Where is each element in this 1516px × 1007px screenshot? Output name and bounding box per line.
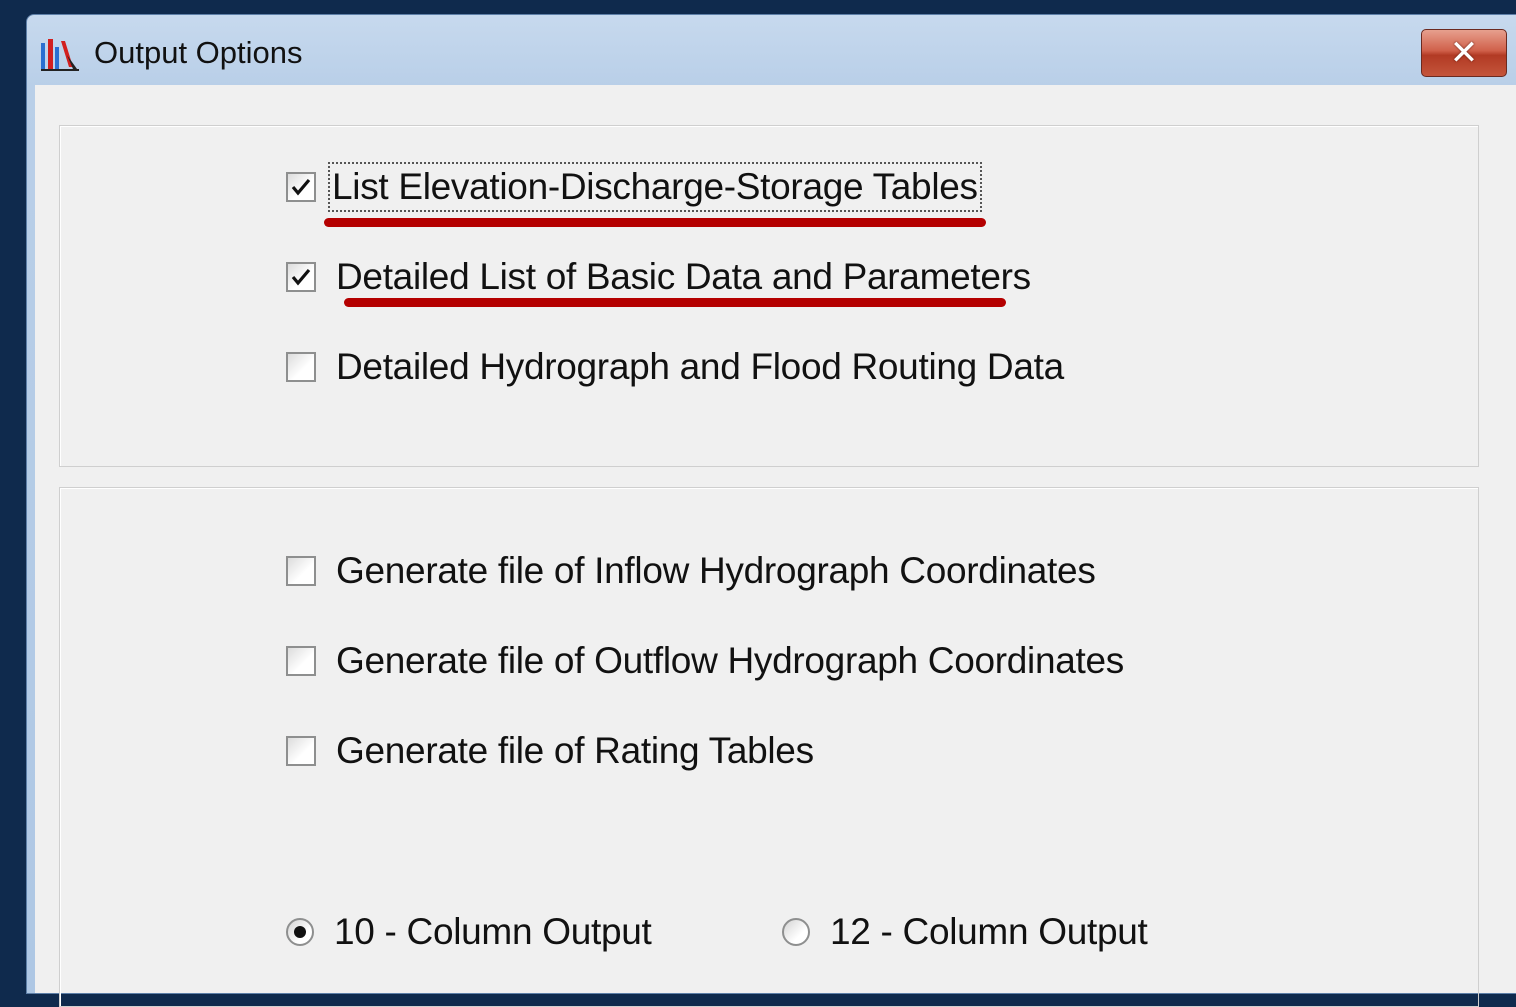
radio-10-column[interactable] [286, 918, 314, 946]
checkbox-basic-data-parameters[interactable] [286, 262, 316, 292]
title-bar[interactable]: Output Options ✕ [27, 15, 1516, 85]
radio-option-12-column[interactable]: 12 - Column Output [782, 911, 1148, 953]
checkbox-rating-tables-file[interactable] [286, 736, 316, 766]
app-icon [41, 39, 79, 71]
label-outflow-hydrograph-file: Generate file of Outflow Hydrograph Coor… [336, 640, 1124, 681]
file-generation-group: Generate file of Inflow Hydrograph Coord… [59, 487, 1479, 1007]
window-title: Output Options [94, 35, 303, 70]
dialog-client-area: List Elevation-Discharge-Storage Tables … [35, 85, 1516, 1007]
label-hydrograph-flood-routing: Detailed Hydrograph and Flood Routing Da… [336, 346, 1064, 387]
checkmark-icon [291, 268, 311, 286]
annotation-underline [344, 298, 1006, 307]
option-elevation-discharge-storage[interactable]: List Elevation-Discharge-Storage Tables [286, 162, 982, 212]
label-inflow-hydrograph-file: Generate file of Inflow Hydrograph Coord… [336, 550, 1096, 591]
close-icon: ✕ [1449, 33, 1479, 73]
radio-option-10-column[interactable]: 10 - Column Output [286, 911, 652, 953]
output-listing-group: List Elevation-Discharge-Storage Tables … [59, 125, 1479, 467]
checkbox-outflow-hydrograph-file[interactable] [286, 646, 316, 676]
radio-dot-icon [294, 926, 306, 938]
radio-12-column[interactable] [782, 918, 810, 946]
checkmark-icon [291, 178, 311, 196]
option-hydrograph-flood-routing[interactable]: Detailed Hydrograph and Flood Routing Da… [286, 346, 1064, 388]
option-basic-data-parameters[interactable]: Detailed List of Basic Data and Paramete… [286, 256, 1031, 298]
option-inflow-hydrograph-file[interactable]: Generate file of Inflow Hydrograph Coord… [286, 550, 1096, 592]
label-elevation-discharge-storage: List Elevation-Discharge-Storage Tables [328, 162, 982, 212]
label-basic-data-parameters: Detailed List of Basic Data and Paramete… [336, 256, 1031, 297]
option-rating-tables-file[interactable]: Generate file of Rating Tables [286, 730, 814, 772]
output-options-dialog: Output Options ✕ List Elevation-Discharg… [26, 14, 1516, 1007]
label-12-column: 12 - Column Output [830, 911, 1148, 952]
close-button[interactable]: ✕ [1421, 29, 1507, 77]
checkbox-elevation-discharge-storage[interactable] [286, 172, 316, 202]
annotation-underline [324, 218, 986, 227]
label-10-column: 10 - Column Output [334, 911, 652, 952]
option-outflow-hydrograph-file[interactable]: Generate file of Outflow Hydrograph Coor… [286, 640, 1124, 682]
checkbox-inflow-hydrograph-file[interactable] [286, 556, 316, 586]
label-rating-tables-file: Generate file of Rating Tables [336, 730, 814, 771]
checkbox-hydrograph-flood-routing[interactable] [286, 352, 316, 382]
